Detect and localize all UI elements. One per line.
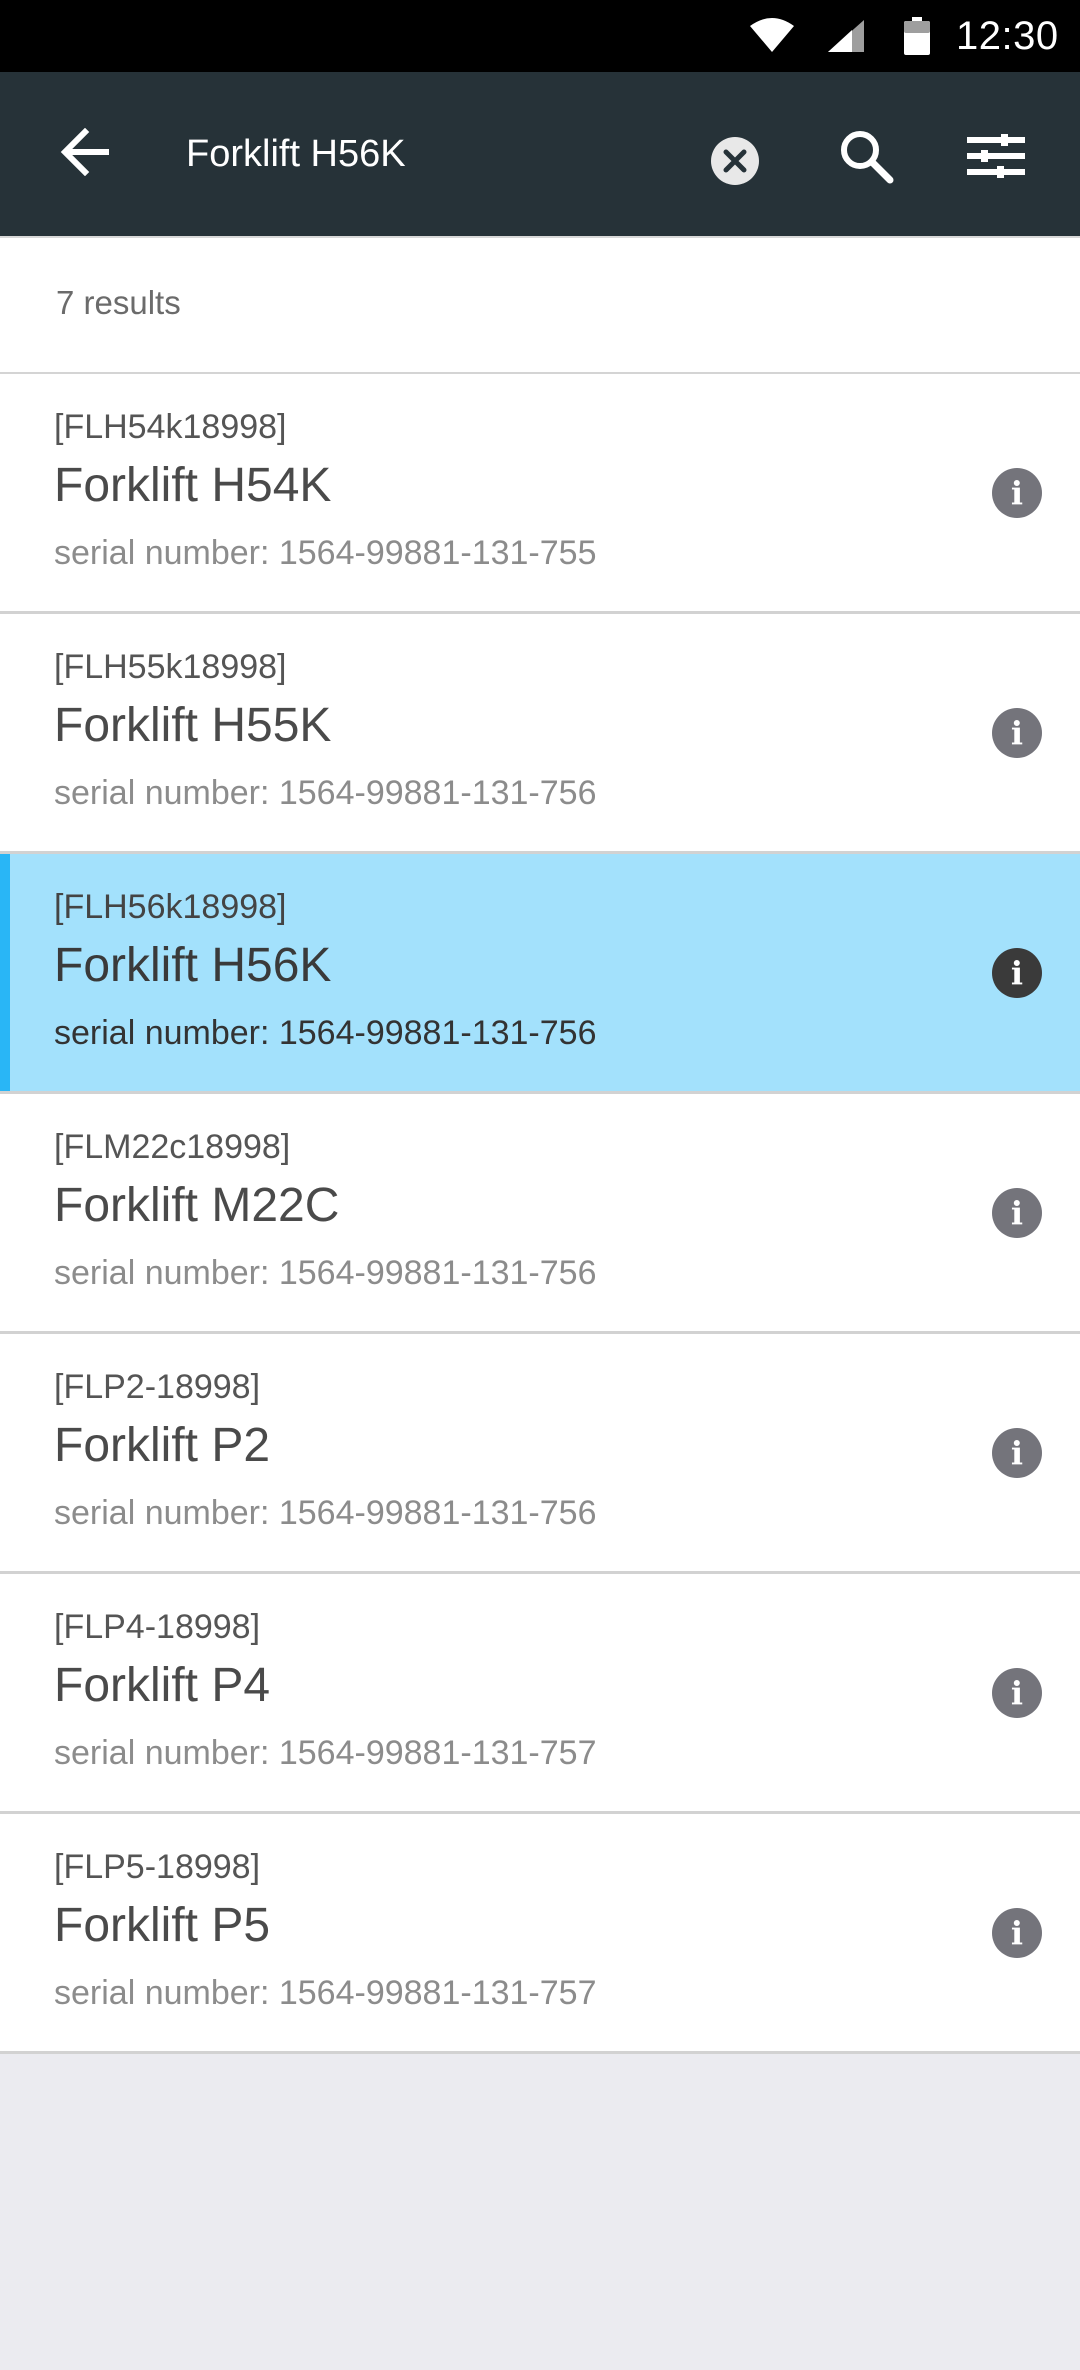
- info-icon[interactable]: i: [992, 708, 1042, 758]
- item-name: Forklift P2: [54, 1419, 271, 1472]
- clear-icon: [710, 136, 760, 191]
- item-code: [FLP2-18998]: [54, 1368, 261, 1406]
- result-list: [FLH54k18998] Forklift H54K serial number:…: [0, 374, 1080, 2054]
- item-serial: serial number: 1564-99881-131-756: [54, 774, 597, 812]
- app-bar: [0, 72, 1080, 236]
- clear-search-button[interactable]: [700, 128, 770, 198]
- item-name: Forklift P5: [54, 1899, 271, 1952]
- status-time: 12:30: [956, 13, 1059, 58]
- list-item[interactable]: [FLM22c18998] Forklift M22C serial number:…: [0, 1094, 1080, 1334]
- info-icon[interactable]: i: [992, 468, 1042, 518]
- search-input[interactable]: [186, 118, 666, 190]
- info-icon[interactable]: i: [992, 1908, 1042, 1958]
- search-button[interactable]: [826, 118, 906, 198]
- back-arrow-icon: [59, 127, 111, 181]
- search-icon: [838, 128, 894, 189]
- item-name: Forklift H55K: [54, 699, 332, 752]
- item-serial: serial number: 1564-99881-131-755: [54, 534, 597, 572]
- list-item[interactable]: [FLH55k18998] Forklift H55K serial number:…: [0, 614, 1080, 854]
- item-code: [FLH55k18998]: [54, 648, 287, 686]
- info-icon[interactable]: i: [992, 1188, 1042, 1238]
- wifi-icon: [748, 0, 796, 72]
- filter-button[interactable]: [956, 118, 1036, 198]
- back-button[interactable]: [40, 118, 130, 190]
- item-serial: serial number: 1564-99881-131-756: [54, 1494, 597, 1532]
- item-name: Forklift P4: [54, 1659, 271, 1712]
- item-serial: serial number: 1564-99881-131-757: [54, 1974, 597, 2012]
- item-code: [FLP5-18998]: [54, 1848, 261, 1886]
- cell-signal-icon: [826, 0, 866, 72]
- info-icon[interactable]: i: [992, 1668, 1042, 1718]
- item-code: [FLM22c18998]: [54, 1128, 291, 1166]
- info-icon[interactable]: i: [992, 1428, 1042, 1478]
- info-icon[interactable]: i: [992, 948, 1042, 998]
- item-serial: serial number: 1564-99881-131-756: [54, 1014, 597, 1052]
- item-code: [FLH54k18998]: [54, 408, 287, 446]
- battery-icon: [904, 0, 930, 72]
- item-name: Forklift H56K: [54, 939, 332, 992]
- item-name: Forklift H54K: [54, 459, 332, 512]
- list-item[interactable]: [FLP5-18998] Forklift P5 serial number: 15…: [0, 1814, 1080, 2054]
- list-item[interactable]: [FLP2-18998] Forklift P2 serial number: 15…: [0, 1334, 1080, 1574]
- item-serial: serial number: 1564-99881-131-756: [54, 1254, 597, 1292]
- list-item[interactable]: [FLH56k18998] Forklift H56K serial number:…: [0, 854, 1080, 1094]
- item-name: Forklift M22C: [54, 1179, 340, 1232]
- results-count: 7 results: [56, 284, 181, 321]
- list-item[interactable]: [FLH54k18998] Forklift H54K serial number:…: [0, 374, 1080, 614]
- item-code: [FLH56k18998]: [54, 888, 287, 926]
- filter-icon: [967, 133, 1025, 183]
- item-code: [FLP4-18998]: [54, 1608, 261, 1646]
- item-serial: serial number: 1564-99881-131-757: [54, 1734, 597, 1772]
- status-bar: 12:30: [0, 0, 1080, 72]
- results-header: 7 results: [0, 236, 1080, 374]
- list-item[interactable]: [FLP4-18998] Forklift P4 serial number: 15…: [0, 1574, 1080, 1814]
